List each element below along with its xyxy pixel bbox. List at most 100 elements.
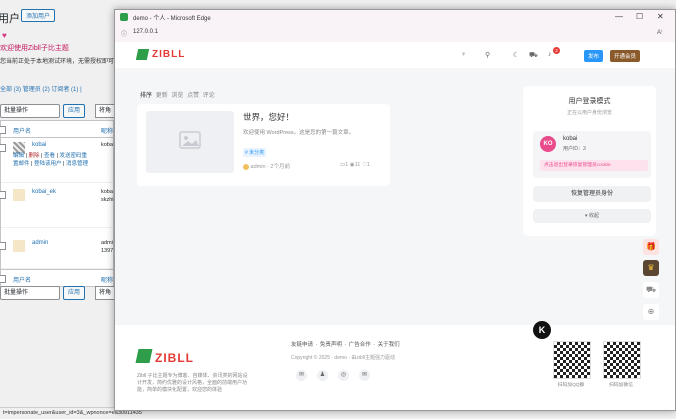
crown-icon[interactable]: ♛ <box>643 260 659 276</box>
collapse-button[interactable]: ▾ 收起 <box>533 209 651 223</box>
footer-links[interactable]: 友链申请 · 免责声明 · 广告合作 · 关于我们 <box>291 340 400 348</box>
minimize-button[interactable]: — <box>615 12 623 21</box>
panel-title: 用户登录模式 <box>568 98 611 105</box>
col-username[interactable]: 用户名 <box>13 126 31 135</box>
tab-views[interactable]: 浏览 <box>171 93 183 99</box>
lightbulb-icon[interactable]: ♀ <box>461 51 466 58</box>
username-link[interactable]: kobai_ek <box>32 189 56 195</box>
filter-admin[interactable]: 管理员 (2) <box>23 87 50 93</box>
restore-admin-button[interactable]: 恢复管理员身份 <box>533 186 651 202</box>
select-all-checkbox[interactable] <box>0 126 6 134</box>
qr2-label: 扫码加微信 <box>609 383 633 388</box>
post-author[interactable]: admin <box>251 164 266 170</box>
weibo-icon[interactable]: ◎ <box>338 370 349 381</box>
post-title[interactable]: 世界，您好！ <box>243 111 294 123</box>
filter-all[interactable]: 全部 (3) <box>0 87 21 93</box>
cart-icon[interactable]: ⛟ <box>643 282 659 298</box>
users-table: 用户名 昵称 kobai koba 编辑 | 删除 | 查看 | 发送密码重置邮… <box>0 120 114 287</box>
page-title: 用户 <box>0 13 20 25</box>
select-all-checkbox[interactable] <box>0 275 6 283</box>
comment-count: 1 <box>345 162 349 168</box>
table-row: admin admi 1397 <box>0 228 114 269</box>
info-icon[interactable]: ⓘ <box>121 29 127 38</box>
footer-copyright: Copyright © 2025 · demo · 由zibll主题强力驱动 <box>291 355 395 361</box>
table-footer: 用户名 昵称 <box>0 269 113 286</box>
moon-icon[interactable]: ☾ <box>513 51 519 59</box>
title-bar: demo - 个人 - Microsoft Edge — ☐ ✕ <box>115 10 675 25</box>
post-thumbnail[interactable] <box>146 111 234 173</box>
edit-link[interactable]: 编辑 <box>13 153 24 159</box>
like-count: 1 <box>366 162 370 168</box>
k-floating-button[interactable]: K <box>533 321 551 339</box>
wechat-qrcode <box>603 341 641 379</box>
env-notice: 您当前正处于本地测试环境，无需授权即可 <box>0 59 115 65</box>
notification-badge: 2 <box>553 47 560 54</box>
footer-logo-icon <box>135 349 153 363</box>
row-checkbox[interactable] <box>0 242 6 250</box>
post-category-tag[interactable]: # 未分类 <box>243 148 267 157</box>
row-checkbox[interactable] <box>0 191 6 199</box>
qq-group-qrcode <box>553 341 591 379</box>
impersonate-link[interactable]: 登陆该用户 <box>34 161 62 167</box>
gift-icon[interactable]: 🎁 <box>643 239 659 255</box>
bulk-action-select[interactable]: 批量操作 <box>0 286 60 300</box>
close-button[interactable]: ✕ <box>657 12 664 21</box>
url-text[interactable]: 127.0.0.1 <box>133 29 158 35</box>
read-aloud-icon[interactable]: A⁾ <box>657 29 662 36</box>
window-title: demo - 个人 - Microsoft Edge <box>133 16 211 22</box>
search-icon[interactable]: ⚲ <box>485 51 490 59</box>
tab-updated[interactable]: 更新 <box>156 93 168 99</box>
qr1-label: 扫码加QQ群 <box>557 383 585 388</box>
qq-icon[interactable]: ♟ <box>317 370 328 381</box>
col-name[interactable]: 昵称 <box>101 126 113 135</box>
wechat-icon[interactable]: ✉ <box>296 370 307 381</box>
apply-button[interactable]: 应用 <box>63 104 86 118</box>
username-link[interactable]: admin <box>32 240 48 246</box>
view-link[interactable]: 查看 <box>44 153 55 159</box>
impersonation-panel: 用户登录模式 正在以用户身份浏览 KO kobai 用户ID：3 点击退出登录恢… <box>523 86 656 236</box>
col-username[interactable]: 用户名 <box>13 275 31 284</box>
tab-likes[interactable]: 点赞 <box>187 93 199 99</box>
avatar <box>13 189 25 201</box>
username-link[interactable]: kobai <box>32 142 46 148</box>
user-info-box: KO kobai 用户ID：3 点击退出登录恢复管理员cookie <box>533 131 651 178</box>
table-row: kobai_ek koba skzhi <box>0 183 114 228</box>
edge-window: demo - 个人 - Microsoft Edge — ☐ ✕ ⓘ 127.0… <box>114 9 676 411</box>
maximize-button[interactable]: ☐ <box>636 12 643 21</box>
add-icon[interactable]: ⊕ <box>643 304 659 320</box>
welcome-notice: 欢迎使用Zibll子比主题 <box>0 45 69 52</box>
messages-link[interactable]: 消息管理 <box>66 161 88 167</box>
address-bar[interactable]: ⓘ 127.0.0.1 A⁾ <box>115 25 675 43</box>
delete-link[interactable]: 删除 <box>29 153 40 159</box>
add-user-button[interactable]: 添加用户 <box>21 9 56 22</box>
tab-sort[interactable]: 排序 <box>140 93 152 99</box>
user-name: admi <box>101 240 113 246</box>
bell-icon[interactable]: ♪ <box>548 51 552 58</box>
table-header: 用户名 昵称 <box>0 121 113 138</box>
site-logo[interactable]: ZIBLL <box>152 49 185 60</box>
vip-button[interactable]: 开通会员 <box>610 50 641 62</box>
filter-subscriber[interactable]: 订阅者 (1) <box>51 87 78 93</box>
user-email: 1397 <box>101 248 114 254</box>
sort-tabs: 排序 更新 浏览 点赞 评论 <box>140 90 215 99</box>
vip-label: 开通会员 <box>614 54 637 60</box>
table-row: kobai koba 编辑 | 删除 | 查看 | 发送密码重置邮件 | 登陆该… <box>0 138 113 183</box>
apply-button[interactable]: 应用 <box>63 286 86 300</box>
footer-logo[interactable]: ZIBLL <box>155 351 194 365</box>
footer-description: Zibll 子比主题专为博客、自媒体、资讯类的网站设计开发，简约优雅的设计风格，… <box>137 373 248 393</box>
panel-subtitle: 正在以用户身份浏览 <box>566 110 612 116</box>
restore-cookie-link[interactable]: 点击退出登录恢复管理员cookie <box>540 160 648 171</box>
user-name: koba <box>101 189 113 195</box>
image-placeholder-icon <box>179 131 201 149</box>
col-name[interactable]: 昵称 <box>101 275 113 284</box>
post-excerpt: 欢迎使用 WordPress。这是您的第一篇文章。 <box>243 130 355 136</box>
post-card[interactable]: 世界，您好！ 欢迎使用 WordPress。这是您的第一篇文章。 # 未分类 a… <box>137 104 390 186</box>
bulk-action-select[interactable]: 批量操作 <box>0 104 60 118</box>
post-stats: ▭1 ◉11 ♡1 <box>340 162 370 168</box>
publish-button[interactable]: 发布 <box>584 50 604 62</box>
email-icon[interactable]: ✉ <box>359 370 370 381</box>
cart-icon[interactable]: ⛟ <box>529 51 538 60</box>
site-page: ZIBLL ♀ ⚲ ☾ ⛟ ♪ 2 发布 开通会员 排序 更新 浏览 点赞 评论 <box>115 42 675 410</box>
tab-comments[interactable]: 评论 <box>203 93 215 99</box>
row-checkbox[interactable] <box>0 144 6 152</box>
